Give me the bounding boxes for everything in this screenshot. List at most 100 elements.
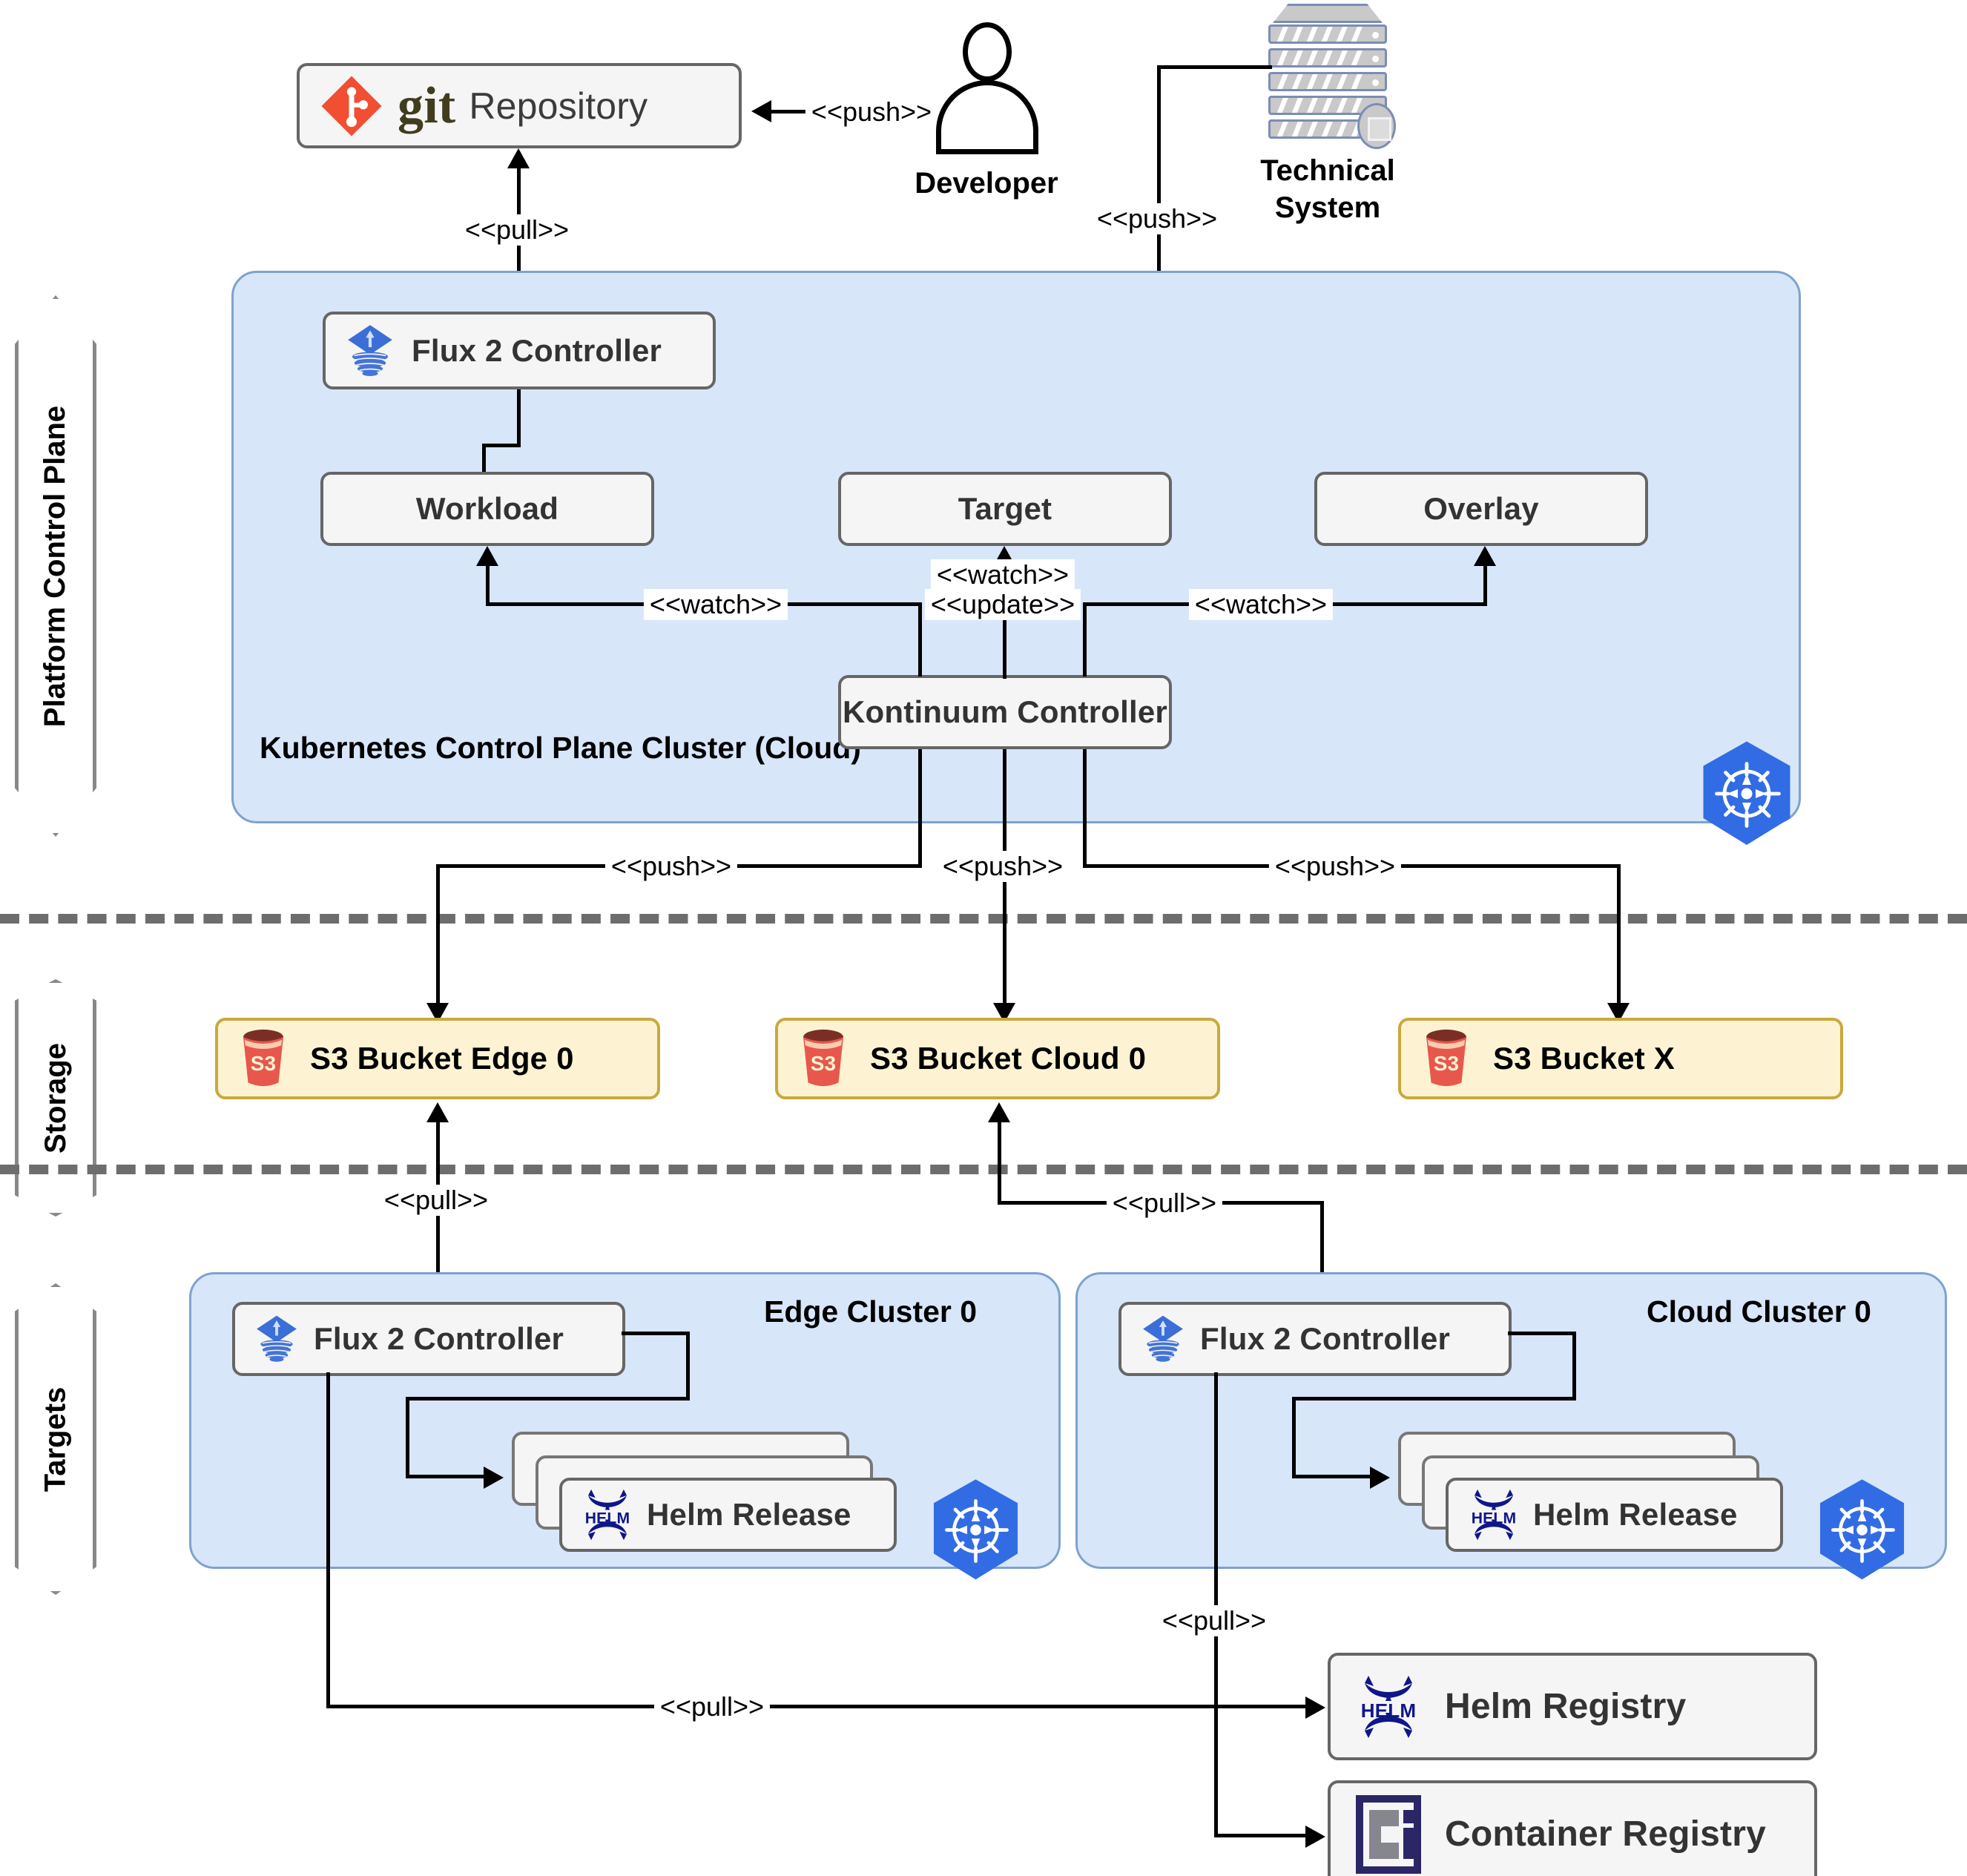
arrowhead-kontinuum-to-overlay xyxy=(1474,546,1496,566)
edge-label-pull-container-registry: <<pull>> xyxy=(1156,1605,1273,1636)
s3-bucket-edge-0-label: S3 Bucket Edge 0 xyxy=(310,1041,574,1076)
svg-text:S3: S3 xyxy=(1434,1052,1460,1075)
kubernetes-logo-control-plane xyxy=(1691,734,1802,853)
lane-targets: Targets xyxy=(15,1283,96,1595)
edge-label-watch-target: <<watch>> xyxy=(930,559,1075,590)
edge-label-update-target: <<update>> xyxy=(924,589,1081,620)
edge-cluster-flux2-controller-label: Flux 2 Controller xyxy=(314,1321,564,1356)
edge-edgeflux-to-helmregistry-v xyxy=(326,1372,330,1708)
lane-label-storage: Storage xyxy=(39,1042,72,1153)
edge-helm-release[interactable]: HELM Helm Release xyxy=(559,1478,897,1552)
s3-icon: S3 xyxy=(239,1029,288,1088)
arrowhead-developer-to-git xyxy=(751,100,771,122)
control-plane-flux2-controller-label: Flux 2 Controller xyxy=(412,332,662,368)
cloud-cluster-flux2-controller[interactable]: Flux 2 Controller xyxy=(1118,1302,1512,1376)
edge-cloudflux-to-helm-v1 xyxy=(1572,1332,1576,1401)
s3-bucket-edge-0[interactable]: S3 S3 Bucket Edge 0 xyxy=(215,1018,660,1099)
edge-cpflux-left xyxy=(482,444,521,447)
edge-cloudflux-to-helm-v2 xyxy=(1292,1397,1296,1477)
edge-label-push-bucketx: <<push>> xyxy=(1268,851,1402,882)
developer-head-icon xyxy=(963,22,1012,82)
s3-bucket-cloud-0[interactable]: S3 S3 Bucket Cloud 0 xyxy=(775,1018,1220,1099)
svg-text:S3: S3 xyxy=(251,1052,277,1075)
edge-kontinuum-watch-overlay-v1 xyxy=(1083,602,1087,677)
edge-label-pull-helm-registry: <<pull>> xyxy=(653,1691,771,1722)
edge-edgeflux-to-helm-h3 xyxy=(406,1475,487,1478)
helm-icon: HELM xyxy=(577,1486,638,1544)
edge-label-developer-push: <<push>> xyxy=(805,96,938,128)
git-repository-node[interactable]: git Repository xyxy=(297,63,742,148)
flux-icon xyxy=(343,322,397,380)
helm-icon: HELM xyxy=(1463,1486,1524,1544)
s3-bucket-x[interactable]: S3 S3 Bucket X xyxy=(1398,1018,1843,1099)
edge-label-techsys-push: <<push>> xyxy=(1090,203,1224,234)
overlay-node[interactable]: Overlay xyxy=(1314,472,1648,546)
s3-bucket-cloud-0-label: S3 Bucket Cloud 0 xyxy=(870,1041,1147,1076)
server-slab-2 xyxy=(1268,48,1387,68)
edge-push-bucketx-v2 xyxy=(1617,864,1621,1013)
lane-label-targets: Targets xyxy=(39,1386,72,1492)
lane-platform-control-plane: Platform Control Plane xyxy=(15,295,96,837)
arrowhead-cloudflux-to-containerregistry xyxy=(1305,1826,1325,1848)
edge-label-pull-edge0: <<pull>> xyxy=(378,1185,495,1216)
lane-label-platform-control-plane: Platform Control Plane xyxy=(39,405,72,727)
edge-cloudflux-to-helm-h1 xyxy=(1508,1332,1576,1335)
edge-label-watch-workload: <<watch>> xyxy=(643,589,788,620)
flux-icon xyxy=(253,1312,300,1366)
git-wordmark: git xyxy=(398,76,456,134)
arrowhead-kontinuum-to-workload xyxy=(476,546,498,566)
kubernetes-logo-edge-cluster xyxy=(922,1472,1029,1587)
edge-label-push-cloud0: <<push>> xyxy=(936,851,1070,882)
s3-icon: S3 xyxy=(799,1029,848,1088)
technical-system-label-line2: System xyxy=(1274,191,1381,224)
edge-cloudflux-to-helm-h2 xyxy=(1292,1397,1576,1401)
arrowhead-edgeflux-to-helmregistry xyxy=(1305,1696,1325,1719)
svg-text:S3: S3 xyxy=(811,1052,837,1075)
control-plane-flux2-controller[interactable]: Flux 2 Controller xyxy=(323,312,716,389)
edge-edgeflux-to-helmregistry-h xyxy=(326,1705,1309,1708)
container-registry-label: Container Registry xyxy=(1445,1814,1767,1854)
separator-storage-targets xyxy=(0,1165,1967,1174)
edge-push-edge0-v2 xyxy=(436,864,440,1013)
technical-system-label-line1: Technical xyxy=(1260,154,1395,187)
cloud-cluster-flux2-controller-label: Flux 2 Controller xyxy=(1200,1321,1451,1356)
technical-system-icon xyxy=(1268,4,1396,149)
lane-storage: Storage xyxy=(15,979,96,1217)
workload-node[interactable]: Workload xyxy=(320,472,654,546)
helm-registry-node[interactable]: HELM Helm Registry xyxy=(1328,1653,1817,1760)
flux-icon xyxy=(1139,1312,1187,1366)
cloud-helm-release-label: Helm Release xyxy=(1533,1497,1738,1532)
edge-push-edge0-v1 xyxy=(918,749,922,868)
edge-label-push-edge0: <<push>> xyxy=(604,851,738,882)
edge-push-bucketx-v1 xyxy=(1083,749,1087,868)
edge-edgeflux-to-helm-v1 xyxy=(686,1332,690,1401)
kubernetes-control-plane-cluster-title: Kubernetes Control Plane Cluster (Cloud) xyxy=(260,731,861,765)
container-registry-icon xyxy=(1351,1794,1426,1875)
s3-bucket-x-label: S3 Bucket X xyxy=(1493,1041,1675,1076)
kontinuum-controller-node[interactable]: Kontinuum Controller xyxy=(838,675,1172,749)
arrowhead-pull-cloud0 xyxy=(988,1102,1010,1122)
helm-icon: HELM xyxy=(1351,1671,1426,1742)
git-repository-label: Repository xyxy=(469,85,648,127)
target-label: Target xyxy=(958,491,1052,526)
edge-cluster-0-title: Edge Cluster 0 xyxy=(764,1294,978,1329)
server-slab-1 xyxy=(1268,24,1387,44)
helm-registry-label: Helm Registry xyxy=(1445,1687,1687,1726)
edge-edgeflux-to-helm-h2 xyxy=(406,1397,690,1401)
kubernetes-logo-cloud-cluster xyxy=(1808,1472,1916,1587)
arrowhead-pull-edge0 xyxy=(426,1102,449,1122)
target-node[interactable]: Target xyxy=(838,472,1172,546)
edge-cpflux-down xyxy=(517,389,521,447)
edge-label-watch-overlay: <<watch>> xyxy=(1188,589,1334,620)
edge-cluster-flux2-controller[interactable]: Flux 2 Controller xyxy=(232,1302,625,1376)
git-icon xyxy=(319,73,384,139)
edge-cloudflux-to-helm-h3 xyxy=(1292,1475,1374,1478)
edge-helm-release-label: Helm Release xyxy=(647,1497,851,1532)
edge-pull-cloud0-v1 xyxy=(998,1122,1001,1205)
developer-label: Developer xyxy=(915,167,1058,200)
cloud-helm-release[interactable]: HELM Helm Release xyxy=(1446,1478,1783,1552)
container-registry-node[interactable]: Container Registry xyxy=(1328,1780,1817,1876)
edge-edgeflux-to-helm-h1 xyxy=(622,1332,690,1335)
edge-label-pull-cloud0: <<pull>> xyxy=(1106,1188,1223,1219)
architecture-diagram: Platform Control Plane Storage Targets g… xyxy=(0,0,1967,1876)
